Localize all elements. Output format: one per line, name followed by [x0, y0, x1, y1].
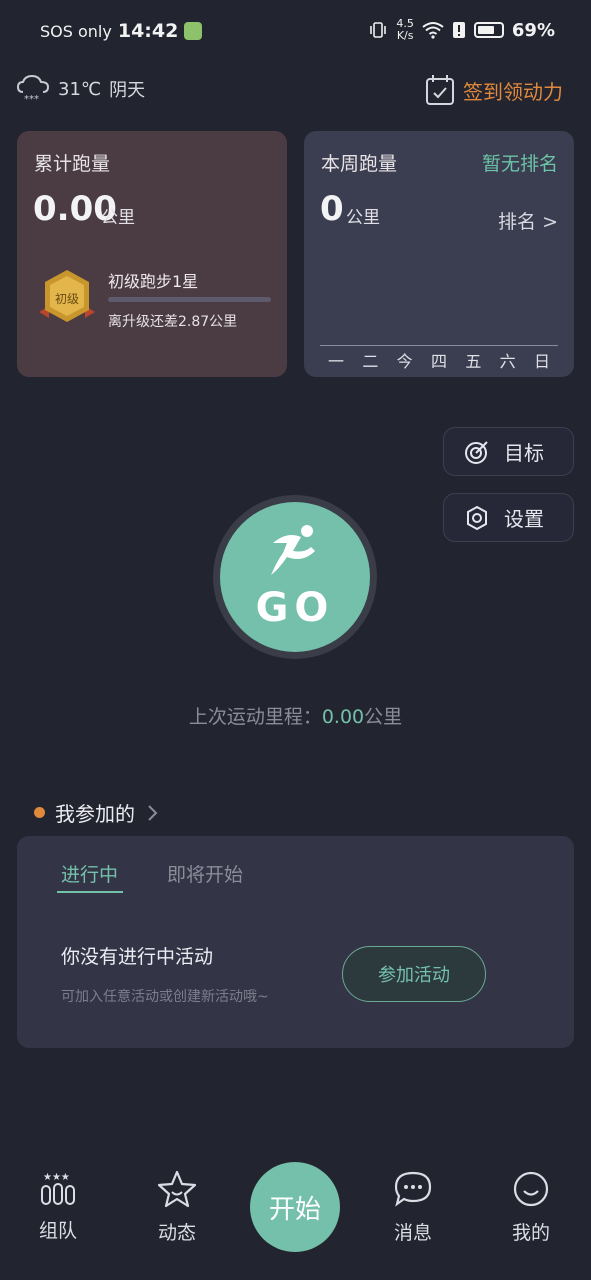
message-icon — [394, 1171, 432, 1207]
svg-text:★★★: ★★★ — [43, 1172, 70, 1183]
last-run-distance: 上次运动里程：0.00公里 — [188, 706, 403, 728]
total-unit: 公里 — [101, 208, 135, 228]
go-label: GO — [255, 585, 335, 631]
tab-upcoming[interactable]: 即将开始 — [167, 860, 243, 887]
carrier-text: SOS only — [40, 21, 112, 41]
level-name: 初级跑步1星 — [108, 272, 199, 291]
nav-profile-label: 我的 — [511, 1222, 550, 1244]
bottom-nav: ★★★ 组队 动态 开始 消息 我的 — [0, 1150, 591, 1280]
week-days: 一二今四五六日 — [320, 348, 558, 372]
section-dot — [34, 807, 45, 818]
weather: *** 31℃ 阴天 — [16, 74, 145, 104]
app-notification-icon — [184, 22, 203, 40]
total-distance-card[interactable]: 累计跑量 0.00 公里 初级 初级跑步1星 离升级还差2.87公里 — [17, 131, 287, 377]
week-day-label: 日 — [533, 352, 550, 371]
joined-title: 我参加的 — [55, 802, 135, 826]
checkin-label: 签到领动力 — [463, 79, 563, 104]
week-distance: 0 — [320, 189, 344, 229]
nav-start-button[interactable]: 开始 — [250, 1162, 340, 1252]
tab-active-underline — [57, 891, 123, 893]
nav-profile[interactable]: 我的 — [491, 1170, 571, 1245]
target-button[interactable]: 目标 — [443, 427, 574, 476]
svg-text:初级: 初级 — [55, 292, 79, 306]
wifi-icon — [422, 22, 444, 39]
target-icon — [465, 440, 488, 464]
empty-state-title: 你没有进行中活动 — [61, 946, 214, 968]
empty-state-subtitle: 可加入任意活动或创建新活动哦~ — [61, 989, 269, 1005]
clock: 14:42 — [117, 20, 179, 42]
alert-icon — [452, 22, 465, 38]
chevron-right-icon — [148, 804, 158, 821]
weekly-distance-card[interactable]: 本周跑量 暂无排名 0 公里 排名 > 一二今四五六日 — [304, 131, 574, 377]
joined-activities-card: 进行中 即将开始 你没有进行中活动 可加入任意活动或创建新活动哦~ 参加活动 — [17, 836, 574, 1048]
week-day-label: 一 — [328, 352, 345, 371]
team-icon: ★★★ — [41, 1172, 75, 1205]
nav-messages[interactable]: 消息 — [373, 1170, 453, 1245]
temperature: 31℃ — [58, 78, 102, 100]
settings-label: 设置 — [504, 507, 544, 531]
checkin-button[interactable]: 签到领动力 — [425, 74, 563, 106]
battery-percent: 69% — [511, 19, 555, 41]
target-label: 目标 — [504, 441, 544, 465]
svg-text:***: *** — [24, 94, 39, 104]
nav-feed[interactable]: 动态 — [137, 1170, 217, 1245]
level-remain-text: 离升级还差2.87公里 — [108, 314, 238, 330]
profile-icon — [513, 1171, 549, 1207]
star-icon — [157, 1170, 197, 1208]
week-axis — [320, 345, 558, 346]
total-card-title: 累计跑量 — [34, 153, 111, 175]
week-day-label: 五 — [465, 352, 482, 371]
week-day-label: 今 — [396, 352, 413, 371]
week-unit: 公里 — [346, 208, 380, 228]
runner-icon — [271, 525, 315, 575]
go-button[interactable]: GO — [220, 502, 370, 652]
weather-condition: 阴天 — [109, 80, 146, 101]
nav-team[interactable]: ★★★ 组队 — [18, 1170, 98, 1243]
week-card-title: 本周跑量 — [321, 153, 398, 175]
level-badge-icon: 初级 — [39, 270, 95, 322]
status-left: SOS only 14:42 — [40, 20, 203, 42]
vibrate-icon — [370, 22, 387, 38]
snow-cloud-icon: *** — [16, 74, 50, 104]
level-progress-bar — [108, 297, 271, 302]
week-day-label: 四 — [430, 352, 447, 371]
tab-in-progress[interactable]: 进行中 — [61, 860, 118, 887]
settings-button[interactable]: 设置 — [443, 493, 574, 542]
week-day-label: 二 — [362, 352, 379, 371]
week-day-label: 六 — [499, 352, 516, 371]
nav-team-label: 组队 — [38, 1220, 77, 1242]
battery-icon — [473, 22, 504, 38]
net-speed: 4.5 K/s — [396, 17, 414, 42]
join-activity-button[interactable]: 参加活动 — [342, 946, 486, 1002]
status-bar: SOS only 14:42 4.5 K/s 69% — [0, 0, 591, 66]
rank-link[interactable]: 排名 > — [498, 207, 558, 234]
nav-messages-label: 消息 — [393, 1222, 432, 1244]
calendar-check-icon — [426, 75, 454, 105]
joined-section-header[interactable]: 我参加的 — [34, 798, 159, 827]
rank-status: 暂无排名 — [481, 153, 558, 175]
status-right: 4.5 K/s 69% — [368, 18, 555, 42]
nav-feed-label: 动态 — [157, 1222, 196, 1244]
gear-icon — [467, 505, 487, 530]
